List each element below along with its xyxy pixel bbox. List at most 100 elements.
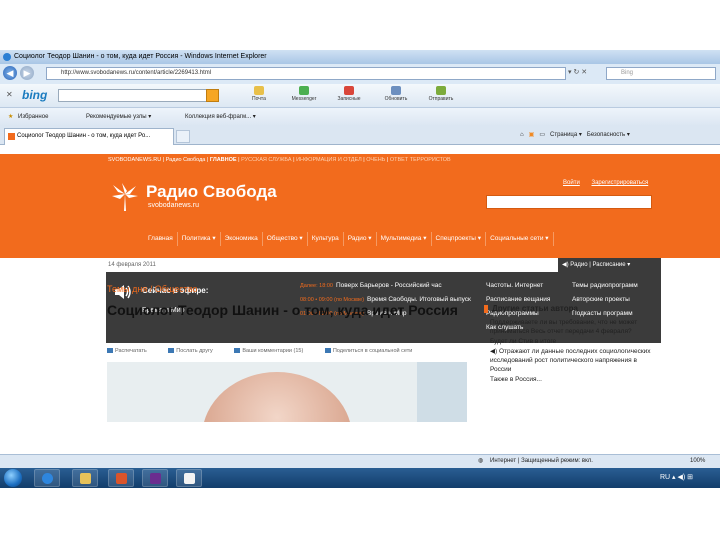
forward-button[interactable]: ▶ xyxy=(20,66,34,80)
top-link-station[interactable]: Радио Свобода xyxy=(166,157,206,163)
top-link[interactable]: ОЧЕНЬ xyxy=(366,157,385,163)
side-list: Поддерживаете ли вы требование, что не м… xyxy=(490,318,660,385)
print-link[interactable]: Распечатать xyxy=(107,348,157,354)
bing-search-input[interactable] xyxy=(58,89,208,102)
nav-item-social[interactable]: Социальные сети ▾ xyxy=(486,232,554,246)
url-input[interactable]: http://www.svobodanews.ru/content/articl… xyxy=(46,67,566,80)
radio-link[interactable]: Подкасты программ xyxy=(572,310,633,317)
tool-label: Распечатать xyxy=(115,348,147,354)
send-link[interactable]: Послать другу xyxy=(168,348,223,354)
radio-link[interactable]: Авторские проекты xyxy=(572,296,630,303)
nav-item-special[interactable]: Спецпроекты ▾ xyxy=(432,232,487,246)
side-item[interactable]: Будет ли Стив в итоге xyxy=(490,337,660,346)
side-item[interactable]: ◀) Отражают ли данные последних социолог… xyxy=(490,347,660,374)
mail-icon xyxy=(168,348,175,354)
tab-label: Социолог Теодор Шанин - о том, куда идет… xyxy=(17,133,151,139)
cmd-page[interactable]: Страница ▾ xyxy=(550,132,582,138)
system-tray[interactable]: RU ▴ ◀) ⊞ xyxy=(660,473,693,481)
nav-item-politics[interactable]: Политика ▾ xyxy=(178,232,221,246)
zoom-level[interactable]: 100% xyxy=(690,455,705,468)
top-link-sep: | xyxy=(363,157,365,163)
nav-item-radio[interactable]: Радио ▾ xyxy=(344,232,377,246)
top-link[interactable]: ОТВЕТ ТЕРРОРИСТОВ xyxy=(390,157,451,163)
site-logo-title[interactable]: Радио Свобода xyxy=(146,182,277,202)
nav-item-culture[interactable]: Культура xyxy=(308,232,344,246)
ie-icon xyxy=(3,53,11,61)
fav-item-recommended[interactable]: Рекомендуемые узлы ▾ xyxy=(86,108,151,126)
radio-link[interactable]: Расписание вещания xyxy=(486,296,550,303)
tab-row: Социолог Теодор Шанин - о том, куда идет… xyxy=(0,126,720,145)
search-input[interactable]: Bing xyxy=(606,67,716,80)
photo-person xyxy=(202,372,352,422)
site-logo-subtitle: svobodanews.ru xyxy=(148,202,199,209)
side-item[interactable]: Также в Россия... xyxy=(490,375,660,384)
taskbar-presentation[interactable] xyxy=(108,469,134,487)
tab-active[interactable]: Социолог Теодор Шанин - о том, куда идет… xyxy=(4,128,174,145)
fav-item-webslices[interactable]: Коллекция веб-фрагм... ▾ xyxy=(185,108,256,126)
breadcrumb[interactable]: Темы дня / Общество xyxy=(107,284,198,294)
back-button[interactable]: ◀ xyxy=(3,66,17,80)
star-icon: ★ xyxy=(8,114,14,120)
taskbar-ie[interactable] xyxy=(34,469,60,487)
toolbar-send-button[interactable]: Отправить xyxy=(422,86,460,106)
toolbar-mail-button[interactable]: Почта xyxy=(240,86,278,106)
toolbar-btn-label: Отправить xyxy=(428,96,454,102)
url-text: http://www.svobodanews.ru/content/articl… xyxy=(61,70,212,76)
new-tab-button[interactable] xyxy=(176,130,190,143)
title-bar: Социолог Теодор Шанин - о том, куда идет… xyxy=(0,50,720,64)
radio-link[interactable]: Темы радиопрограмм xyxy=(572,282,638,289)
radio-svoboda-logo-icon[interactable] xyxy=(110,182,140,212)
nav-item-home[interactable]: Главная xyxy=(144,232,178,246)
favicon-icon xyxy=(8,133,15,140)
site-top-strip: SVOBODANEWS.RU | Радио Свобода | ГЛАВНОЕ… xyxy=(0,154,720,166)
toolbar-btn-label: Записные xyxy=(337,96,361,102)
top-link-main[interactable]: ГЛАВНОЕ xyxy=(210,157,237,163)
radio-schedule-dropdown[interactable]: ◀) Радио | Расписание ▾ xyxy=(558,258,661,272)
bing-search-button[interactable] xyxy=(206,89,219,102)
site-search-input[interactable] xyxy=(486,195,652,209)
bing-logo: bing xyxy=(22,88,48,102)
toolbar-refresh-button[interactable]: Обновить xyxy=(377,86,415,106)
schedule-item[interactable]: Далее: 18:00 Поверх Барьеров - Российский… xyxy=(300,282,480,290)
toolbar-notes-button[interactable]: Записные xyxy=(330,86,368,106)
toolbar-btn-label: Почта xyxy=(252,96,266,102)
toolbar-btn-label: Обновить xyxy=(384,96,408,102)
nav-item-economy[interactable]: Экономика xyxy=(221,232,263,246)
top-link[interactable]: ИНФОРМАЦИЯ И ОТДЕЛ xyxy=(296,157,362,163)
radio-link[interactable]: Частоты. Интернет xyxy=(486,282,543,289)
schedule-time: Далее: 18:00 xyxy=(300,283,333,289)
send-icon xyxy=(436,86,446,95)
rss-icon[interactable]: ▣ xyxy=(529,132,535,138)
nav-item-multimedia[interactable]: Мультимедиа ▾ xyxy=(377,232,432,246)
taskbar-doc[interactable] xyxy=(176,469,202,487)
favorites-button[interactable]: Избранное xyxy=(18,108,48,126)
toolbar-btn-label: Messenger xyxy=(291,96,317,102)
main-nav: Главная Политика ▾ Экономика Общество ▾ Куль… xyxy=(144,232,554,246)
nav-item-society[interactable]: Общество ▾ xyxy=(263,232,308,246)
print-icon[interactable]: ▭ xyxy=(539,132,545,138)
photo-background xyxy=(417,362,467,422)
share-link[interactable]: Поделиться в социальной сети xyxy=(324,348,423,354)
register-link[interactable]: Зарегистрироваться xyxy=(591,180,648,186)
side-section-title: Другие статьи автора xyxy=(484,304,578,313)
top-link-sep: | xyxy=(206,157,209,163)
messenger-icon xyxy=(299,86,309,95)
top-link[interactable]: РУССКАЯ СЛУЖБА xyxy=(241,157,292,163)
cmd-safety[interactable]: Безопасность ▾ xyxy=(587,132,630,138)
home-icon[interactable]: ⌂ xyxy=(520,132,524,138)
taskbar-explorer[interactable] xyxy=(72,469,98,487)
top-link-sep: | xyxy=(238,157,240,163)
top-link-site[interactable]: SVOBODANEWS.RU xyxy=(108,157,161,163)
comments-link[interactable]: Ваши комментарии (15) xyxy=(234,348,313,354)
start-button[interactable] xyxy=(4,469,22,487)
side-item[interactable]: Поддерживаете ли вы требование, что не м… xyxy=(490,318,660,336)
refresh-stop-icons[interactable]: ▾ ↻ ✕ xyxy=(568,68,587,76)
folder-icon xyxy=(80,473,91,484)
taskbar-media[interactable] xyxy=(142,469,168,487)
article-tools: Распечатать Послать другу Ваши комментар… xyxy=(107,348,477,354)
ie-icon xyxy=(42,473,53,484)
toolbar-messenger-button[interactable]: Messenger xyxy=(285,86,323,106)
login-link[interactable]: Войти xyxy=(563,180,580,186)
close-icon[interactable]: ✕ xyxy=(6,90,13,99)
article-headline: Социолог Теодор Шанин - о том, куда идет… xyxy=(107,302,458,318)
